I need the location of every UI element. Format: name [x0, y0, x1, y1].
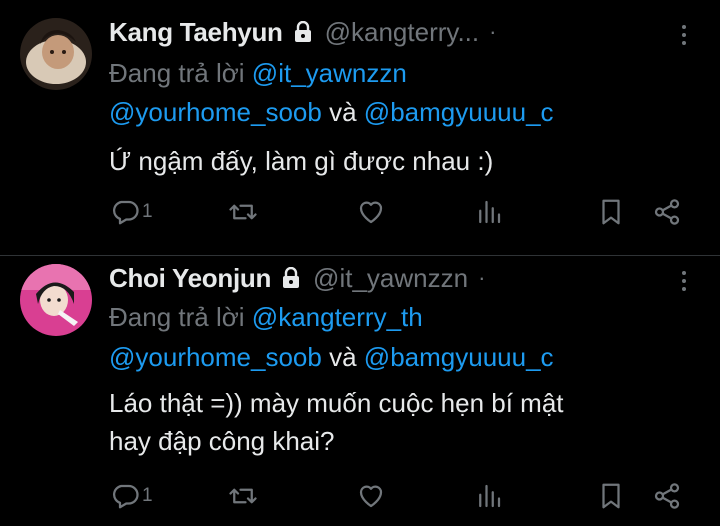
- share-icon: [654, 199, 680, 225]
- avatar[interactable]: [20, 18, 92, 90]
- share-button[interactable]: [652, 196, 682, 228]
- tweet-text-line: Ứ ngậm đấy, làm gì được nhau :): [109, 146, 494, 176]
- tweet[interactable]: Choi Yeonjun @it_yawnzzn · Đang trả lời …: [0, 256, 720, 526]
- and-word: và: [329, 97, 357, 127]
- like-button[interactable]: [356, 480, 386, 512]
- tweet-text-line: hay đập công khai?: [109, 426, 335, 456]
- analytics-icon: [479, 484, 501, 508]
- reply-icon: [113, 200, 139, 225]
- retweet-icon: [229, 204, 257, 220]
- separator-dot: ·: [478, 265, 486, 290]
- replying-to-label: Đang trả lời: [109, 302, 245, 332]
- reply-icon: [113, 484, 139, 509]
- bookmark-button[interactable]: [596, 196, 626, 228]
- mention-link[interactable]: @yourhome_soob: [109, 342, 322, 372]
- like-button[interactable]: [356, 196, 386, 228]
- mention-link[interactable]: @it_yawnzzn: [252, 58, 407, 88]
- share-icon: [654, 483, 680, 509]
- display-name[interactable]: Choi Yeonjun: [109, 263, 271, 294]
- more-options-icon[interactable]: [676, 20, 692, 50]
- tweet[interactable]: Kang Taehyun @kangterry... · Đang trả lờ…: [0, 0, 720, 255]
- analytics-icon: [479, 200, 501, 224]
- reply-context-cont: @yourhome_soob và @bamgyuuuu_c: [109, 342, 554, 373]
- action-bar: 1: [0, 192, 720, 232]
- mention-link[interactable]: @bamgyuuuu_c: [364, 97, 554, 127]
- avatar[interactable]: [20, 264, 92, 336]
- reply-context-cont: @yourhome_soob và @bamgyuuuu_c: [109, 97, 554, 128]
- more-options-icon[interactable]: [676, 266, 692, 296]
- reply-button[interactable]: 1: [110, 196, 153, 228]
- display-name[interactable]: Kang Taehyun: [109, 17, 283, 48]
- replying-to-label: Đang trả lời: [109, 58, 245, 88]
- share-button[interactable]: [652, 480, 682, 512]
- bookmark-icon: [602, 199, 620, 225]
- views-button[interactable]: [474, 196, 504, 228]
- lock-icon: [281, 267, 301, 289]
- tweet-text: Ứ ngậm đấy, làm gì được nhau :): [109, 146, 493, 177]
- reply-context: Đang trả lời @it_yawnzzn: [109, 58, 407, 89]
- bookmark-icon: [602, 483, 620, 509]
- tweet-header: Kang Taehyun @kangterry... ·: [109, 14, 496, 50]
- reply-count: 1: [142, 201, 153, 222]
- username-handle[interactable]: @it_yawnzzn: [313, 263, 468, 294]
- mention-link[interactable]: @bamgyuuuu_c: [364, 342, 554, 372]
- reply-context: Đang trả lời @kangterry_th: [109, 302, 423, 333]
- tweet-text: hay đập công khai?: [109, 426, 335, 457]
- mention-link[interactable]: @yourhome_soob: [109, 97, 322, 127]
- tweet-text-line: Láo thật =)) mày muốn cuộc hẹn bí mật: [109, 388, 564, 418]
- bookmark-button[interactable]: [596, 480, 626, 512]
- views-button[interactable]: [474, 480, 504, 512]
- and-word: và: [329, 342, 357, 372]
- retweet-button[interactable]: [228, 480, 258, 512]
- separator-dot: ·: [489, 19, 497, 44]
- reply-button[interactable]: 1: [110, 480, 153, 512]
- tweet-header: Choi Yeonjun @it_yawnzzn ·: [109, 260, 485, 296]
- heart-icon: [359, 485, 383, 508]
- tweet-text: Láo thật =)) mày muốn cuộc hẹn bí mật: [109, 388, 564, 419]
- retweet-button[interactable]: [228, 196, 258, 228]
- reply-count: 1: [142, 485, 153, 506]
- action-bar: 1: [0, 476, 720, 516]
- username-handle[interactable]: @kangterry...: [325, 17, 480, 48]
- lock-icon: [293, 21, 313, 43]
- heart-icon: [359, 201, 383, 224]
- retweet-icon: [229, 488, 257, 504]
- mention-link[interactable]: @kangterry_th: [252, 302, 423, 332]
